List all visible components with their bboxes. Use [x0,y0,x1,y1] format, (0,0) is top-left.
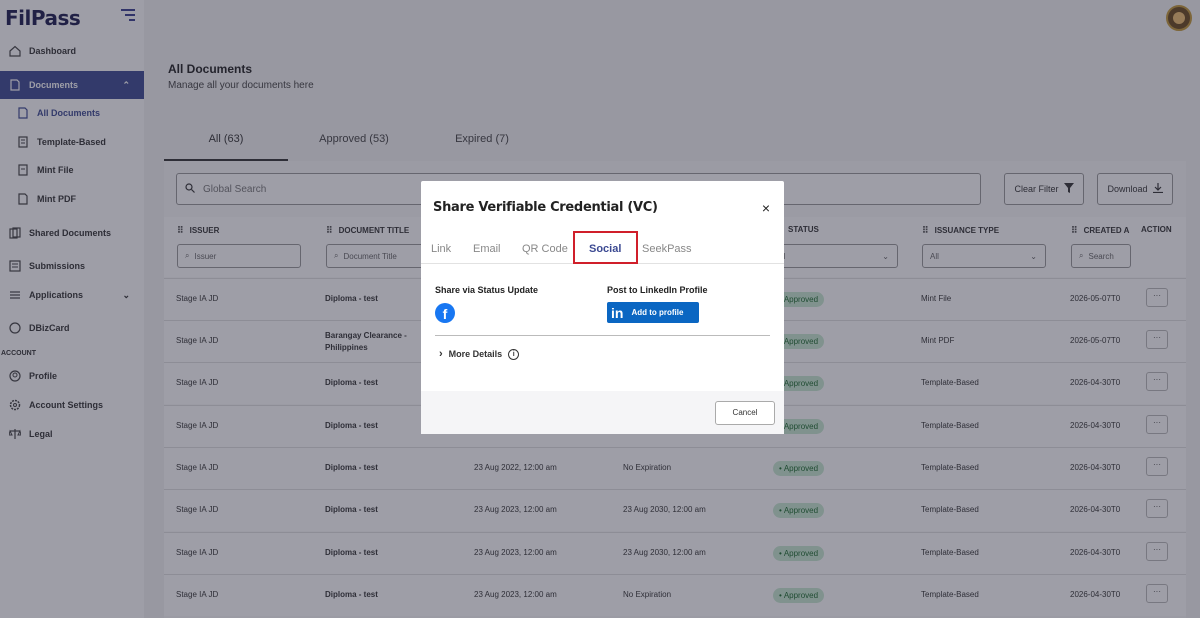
linkedin-add-to-profile-button[interactable]: in Add to profile [607,302,699,323]
linkedin-icon: in [611,304,624,321]
divider [435,335,770,336]
info-icon: i [508,348,520,360]
share-status-label: Share via Status Update [435,285,539,295]
close-icon[interactable]: × [762,200,770,216]
tab-link[interactable]: Link [431,243,451,255]
facebook-icon[interactable]: f [435,303,455,323]
linkedin-button-label: Add to profile [631,308,684,317]
modal-title: Share Verifiable Credential (VC) [433,200,658,215]
highlight-box [573,231,638,264]
share-vc-modal: Share Verifiable Credential (VC) × Link … [421,181,784,434]
chevron-right-icon: › [439,348,443,360]
more-details-label: More Details [448,349,503,359]
tab-qr-code[interactable]: QR Code [522,243,568,255]
linkedin-label: Post to LinkedIn Profile [607,285,708,295]
tab-email[interactable]: Email [473,243,501,255]
tab-seekpass[interactable]: SeekPass [642,243,692,255]
cancel-button[interactable]: Cancel [715,401,775,425]
more-details-toggle[interactable]: › More Details i [439,348,520,360]
